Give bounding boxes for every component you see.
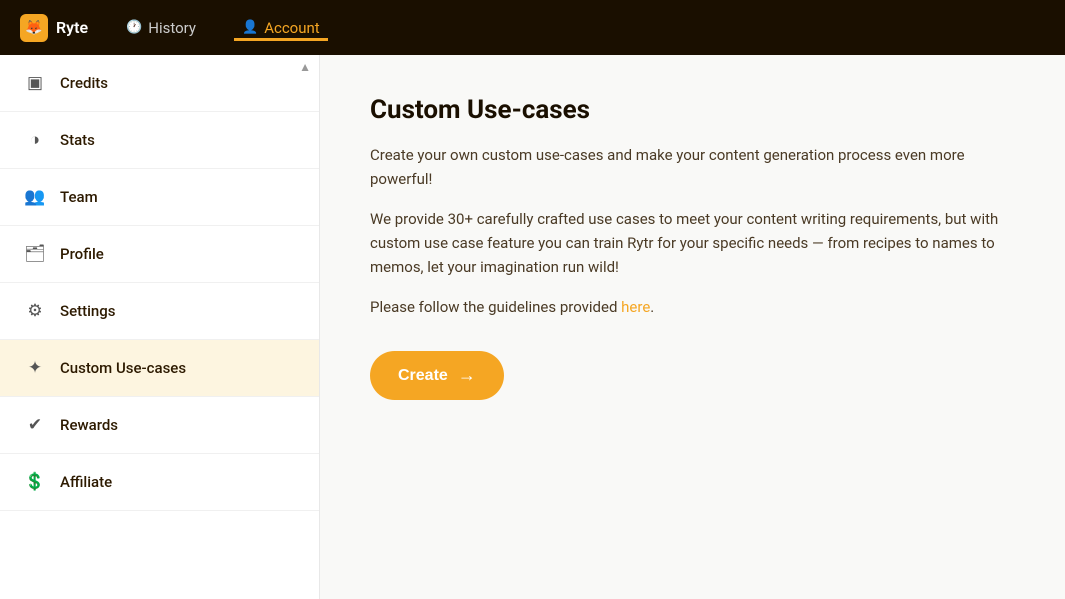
- main-layout: ▲ ▣ Credits ◑ Stats 👥 Team 🗂 Profile ⚙ S…: [0, 55, 1065, 599]
- account-icon: 👤: [242, 20, 258, 35]
- sidebar-team-label: Team: [60, 188, 98, 206]
- sidebar-item-team[interactable]: 👥 Team: [0, 169, 319, 226]
- settings-icon: ⚙: [24, 301, 46, 321]
- sidebar: ▲ ▣ Credits ◑ Stats 👥 Team 🗂 Profile ⚙ S…: [0, 55, 320, 599]
- sidebar-affiliate-label: Affiliate: [60, 473, 112, 491]
- sidebar-item-custom-use-cases[interactable]: ✦ Custom Use-cases: [0, 340, 319, 397]
- guidelines-link[interactable]: here: [621, 298, 650, 316]
- sidebar-item-rewards[interactable]: ✔ Rewards: [0, 397, 319, 454]
- sidebar-settings-label: Settings: [60, 302, 116, 320]
- main-content: Custom Use-cases Create your own custom …: [320, 55, 1065, 599]
- sidebar-rewards-label: Rewards: [60, 416, 118, 434]
- sidebar-item-profile[interactable]: 🗂 Profile: [0, 226, 319, 283]
- nav-history-label: History: [148, 19, 196, 37]
- logo[interactable]: 🦊 Ryte: [20, 14, 88, 42]
- description-2: We provide 30+ carefully crafted use cas…: [370, 207, 1015, 279]
- sidebar-credits-label: Credits: [60, 74, 108, 92]
- sidebar-item-settings[interactable]: ⚙ Settings: [0, 283, 319, 340]
- history-icon: 🕐: [126, 20, 142, 35]
- logo-emoji: 🦊: [25, 20, 42, 36]
- description-3-suffix: .: [650, 298, 654, 316]
- sidebar-profile-label: Profile: [60, 245, 104, 263]
- description-1: Create your own custom use-cases and mak…: [370, 143, 1015, 191]
- scroll-indicator: ▲: [299, 60, 311, 74]
- stats-icon: ◑: [24, 130, 46, 150]
- nav-item-history[interactable]: 🕐 History: [118, 15, 204, 41]
- sidebar-item-stats[interactable]: ◑ Stats: [0, 112, 319, 169]
- description-3-prefix: Please follow the guidelines provided: [370, 298, 621, 316]
- profile-icon: 🗂: [24, 244, 46, 264]
- sidebar-item-affiliate[interactable]: 💲 Affiliate: [0, 454, 319, 511]
- sidebar-custom-use-cases-label: Custom Use-cases: [60, 359, 186, 377]
- nav-account-label: Account: [264, 19, 320, 37]
- description-3: Please follow the guidelines provided he…: [370, 295, 1015, 319]
- logo-icon: 🦊: [20, 14, 48, 42]
- team-icon: 👥: [24, 187, 46, 207]
- nav-item-account[interactable]: 👤 Account: [234, 15, 328, 41]
- page-title: Custom Use-cases: [370, 95, 1015, 125]
- credits-icon: ▣: [24, 73, 46, 93]
- create-arrow: →: [458, 365, 476, 386]
- sidebar-stats-label: Stats: [60, 131, 95, 149]
- custom-use-cases-icon: ✦: [24, 358, 46, 378]
- create-button[interactable]: Create →: [370, 351, 504, 400]
- rewards-icon: ✔: [24, 415, 46, 435]
- affiliate-icon: 💲: [24, 472, 46, 492]
- logo-label: Ryte: [56, 18, 88, 37]
- create-button-label: Create: [398, 367, 448, 385]
- top-nav: 🦊 Ryte 🕐 History 👤 Account: [0, 0, 1065, 55]
- sidebar-item-credits[interactable]: ▣ Credits: [0, 55, 319, 112]
